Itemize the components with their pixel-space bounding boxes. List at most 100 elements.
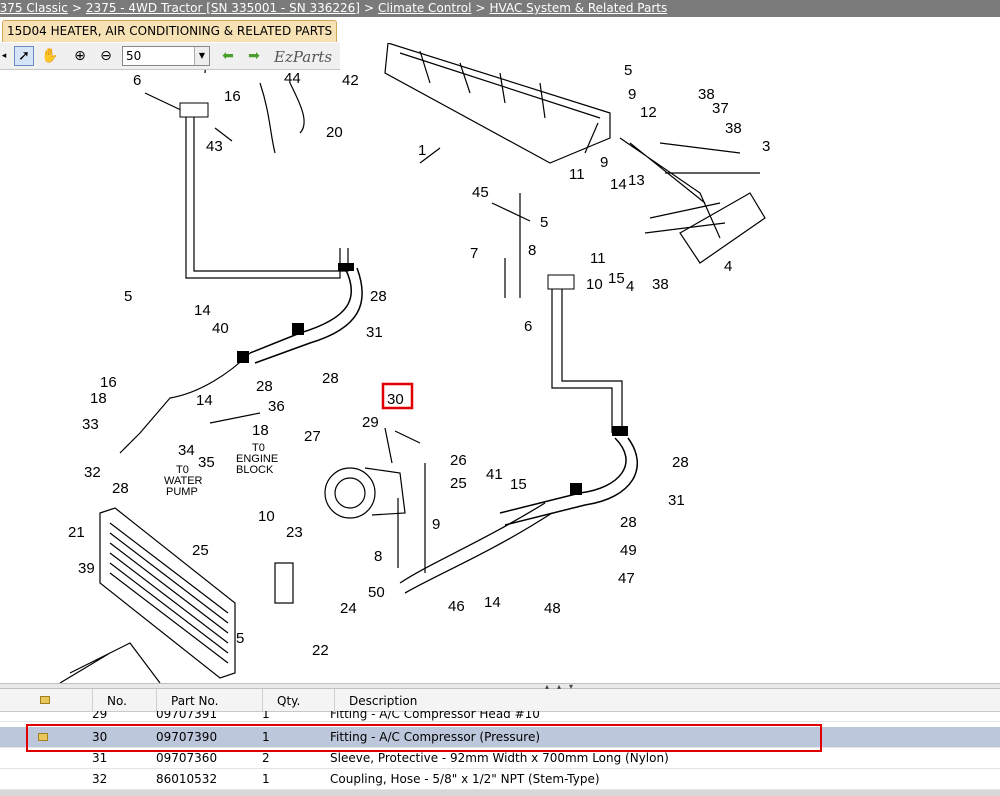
horizontal-scrollbar[interactable] [0,790,1000,796]
callout-31[interactable]: 31 [366,324,383,341]
back-arrow-icon[interactable]: ⬅ [218,46,238,66]
callout-48[interactable]: 48 [544,600,561,617]
callout-9[interactable]: 9 [628,86,636,103]
callout-13[interactable]: 13 [628,172,645,189]
pan-hand-icon[interactable]: ✋ [40,46,60,66]
callout-11[interactable]: 11 [590,250,606,267]
callout-8[interactable]: 8 [528,242,536,259]
callout-14[interactable]: 14 [196,392,213,409]
header-flag-column[interactable] [0,689,92,711]
engine-block-label-line3: BLOCK [236,464,274,476]
callout-39[interactable]: 39 [78,560,95,577]
select-arrow-icon[interactable]: ➚ [14,46,34,66]
callout-28[interactable]: 28 [256,378,273,395]
water-pump-label-line3: PUMP [166,486,198,498]
callout-9[interactable]: 9 [600,154,608,171]
callout-15[interactable]: 15 [510,476,527,493]
cell-no: 32 [92,772,108,786]
callout-10[interactable]: 10 [258,508,275,525]
callout-8[interactable]: 8 [374,548,382,565]
callout-24[interactable]: 24 [340,600,357,617]
callout-44[interactable]: 44 [284,70,301,87]
callout-5[interactable]: 5 [540,214,548,231]
table-row[interactable]: 29 09707391 1 Fitting - A/C Compressor H… [0,711,1000,722]
callout-22[interactable]: 22 [312,642,329,659]
zoom-out-icon[interactable]: ⊖ [96,46,116,66]
callout-28[interactable]: 28 [112,480,129,497]
callout-43[interactable]: 43 [206,138,223,155]
callout-15[interactable]: 15 [608,270,625,287]
callout-34[interactable]: 34 [178,442,195,459]
callout-31[interactable]: 31 [668,492,685,509]
callout-28[interactable]: 28 [672,454,689,471]
callout-5[interactable]: 5 [124,288,132,305]
callout-4[interactable]: 4 [724,258,732,275]
callout-11[interactable]: 11 [569,166,585,183]
callout-25[interactable]: 25 [450,475,467,492]
callout-27[interactable]: 27 [304,428,321,445]
zoom-value: 50 [126,49,142,63]
callout-5[interactable]: 5 [624,62,632,79]
callout-14[interactable]: 14 [610,176,627,193]
breadcrumb-link-model[interactable]: 2375 Classic [0,1,68,15]
table-row[interactable]: 32 86010532 1 Coupling, Hose - 5/8" x 1/… [0,769,1000,790]
breadcrumb-link-section[interactable]: HVAC System & Related Parts [489,1,667,15]
callout-42[interactable]: 42 [342,72,359,89]
tab-diagram[interactable]: 15D04 HEATER, AIR CONDITIONING & RELATED… [2,20,338,42]
callout-18[interactable]: 18 [252,422,269,439]
callout-36[interactable]: 36 [268,398,285,415]
callout-14[interactable]: 14 [484,594,501,611]
callout-25[interactable]: 25 [192,542,209,559]
callout-20[interactable]: 20 [326,124,343,141]
callout-7[interactable]: 7 [470,245,478,262]
callout-30[interactable]: 30 [387,391,404,408]
header-qty[interactable]: Qty. [262,689,334,711]
chevron-down-icon[interactable]: ▼ [194,47,209,65]
callout-9[interactable]: 9 [432,516,440,533]
breadcrumb-link-machine[interactable]: 2375 - 4WD Tractor [SN 335001 - SN 33622… [86,1,360,15]
zoom-select[interactable]: 50 ▼ [122,46,210,66]
breadcrumb-link-group[interactable]: Climate Control [378,1,471,15]
callout-37[interactable]: 37 [712,100,729,117]
callout-29[interactable]: 29 [362,414,379,431]
callout-45[interactable]: 45 [472,184,489,201]
callout-18[interactable]: 18 [90,390,107,407]
callout-38[interactable]: 38 [725,120,742,137]
zoom-in-icon[interactable]: ⊕ [70,46,90,66]
callout-35[interactable]: 35 [198,454,215,471]
callout-12[interactable]: 12 [640,104,657,121]
callout-49[interactable]: 49 [620,542,637,559]
callout-38[interactable]: 38 [652,276,669,293]
callout-16[interactable]: 16 [100,374,117,391]
callout-26[interactable]: 26 [450,452,467,469]
callout-23[interactable]: 23 [286,524,303,541]
callout-16[interactable]: 16 [224,88,241,105]
callout-28[interactable]: 28 [620,514,637,531]
header-description[interactable]: Description [334,689,1000,711]
callout-32[interactable]: 32 [84,464,101,481]
callout-50[interactable]: 50 [368,584,385,601]
cell-no: 29 [92,711,108,721]
callout-6[interactable]: 6 [524,318,532,335]
callout-33[interactable]: 33 [82,416,99,433]
callout-1[interactable]: 1 [418,142,426,159]
callout-21[interactable]: 21 [68,524,85,541]
callout-46[interactable]: 46 [448,598,465,615]
callout-40[interactable]: 40 [212,320,229,337]
header-part-no[interactable]: Part No. [156,689,262,711]
callout-28[interactable]: 28 [370,288,387,305]
parts-diagram[interactable]: 5 9 12 38 37 38 3 1 6 16 44 42 43 20 45 … [0,43,1000,683]
callout-4[interactable]: 4 [626,278,634,295]
callout-41[interactable]: 41 [486,466,503,483]
callout-10[interactable]: 10 [586,276,603,293]
callout-5[interactable]: 5 [236,630,244,647]
callout-14[interactable]: 14 [194,302,211,319]
header-no[interactable]: No. [92,689,156,711]
callout-28[interactable]: 28 [322,370,339,387]
callout-3[interactable]: 3 [762,138,770,155]
cell-description: Fitting - A/C Compressor Head #10 [330,711,540,721]
callout-6[interactable]: 6 [133,72,141,89]
cell-part-no: 86010532 [156,772,218,786]
callout-47[interactable]: 47 [618,570,635,587]
forward-arrow-icon[interactable]: ➡ [244,46,264,66]
